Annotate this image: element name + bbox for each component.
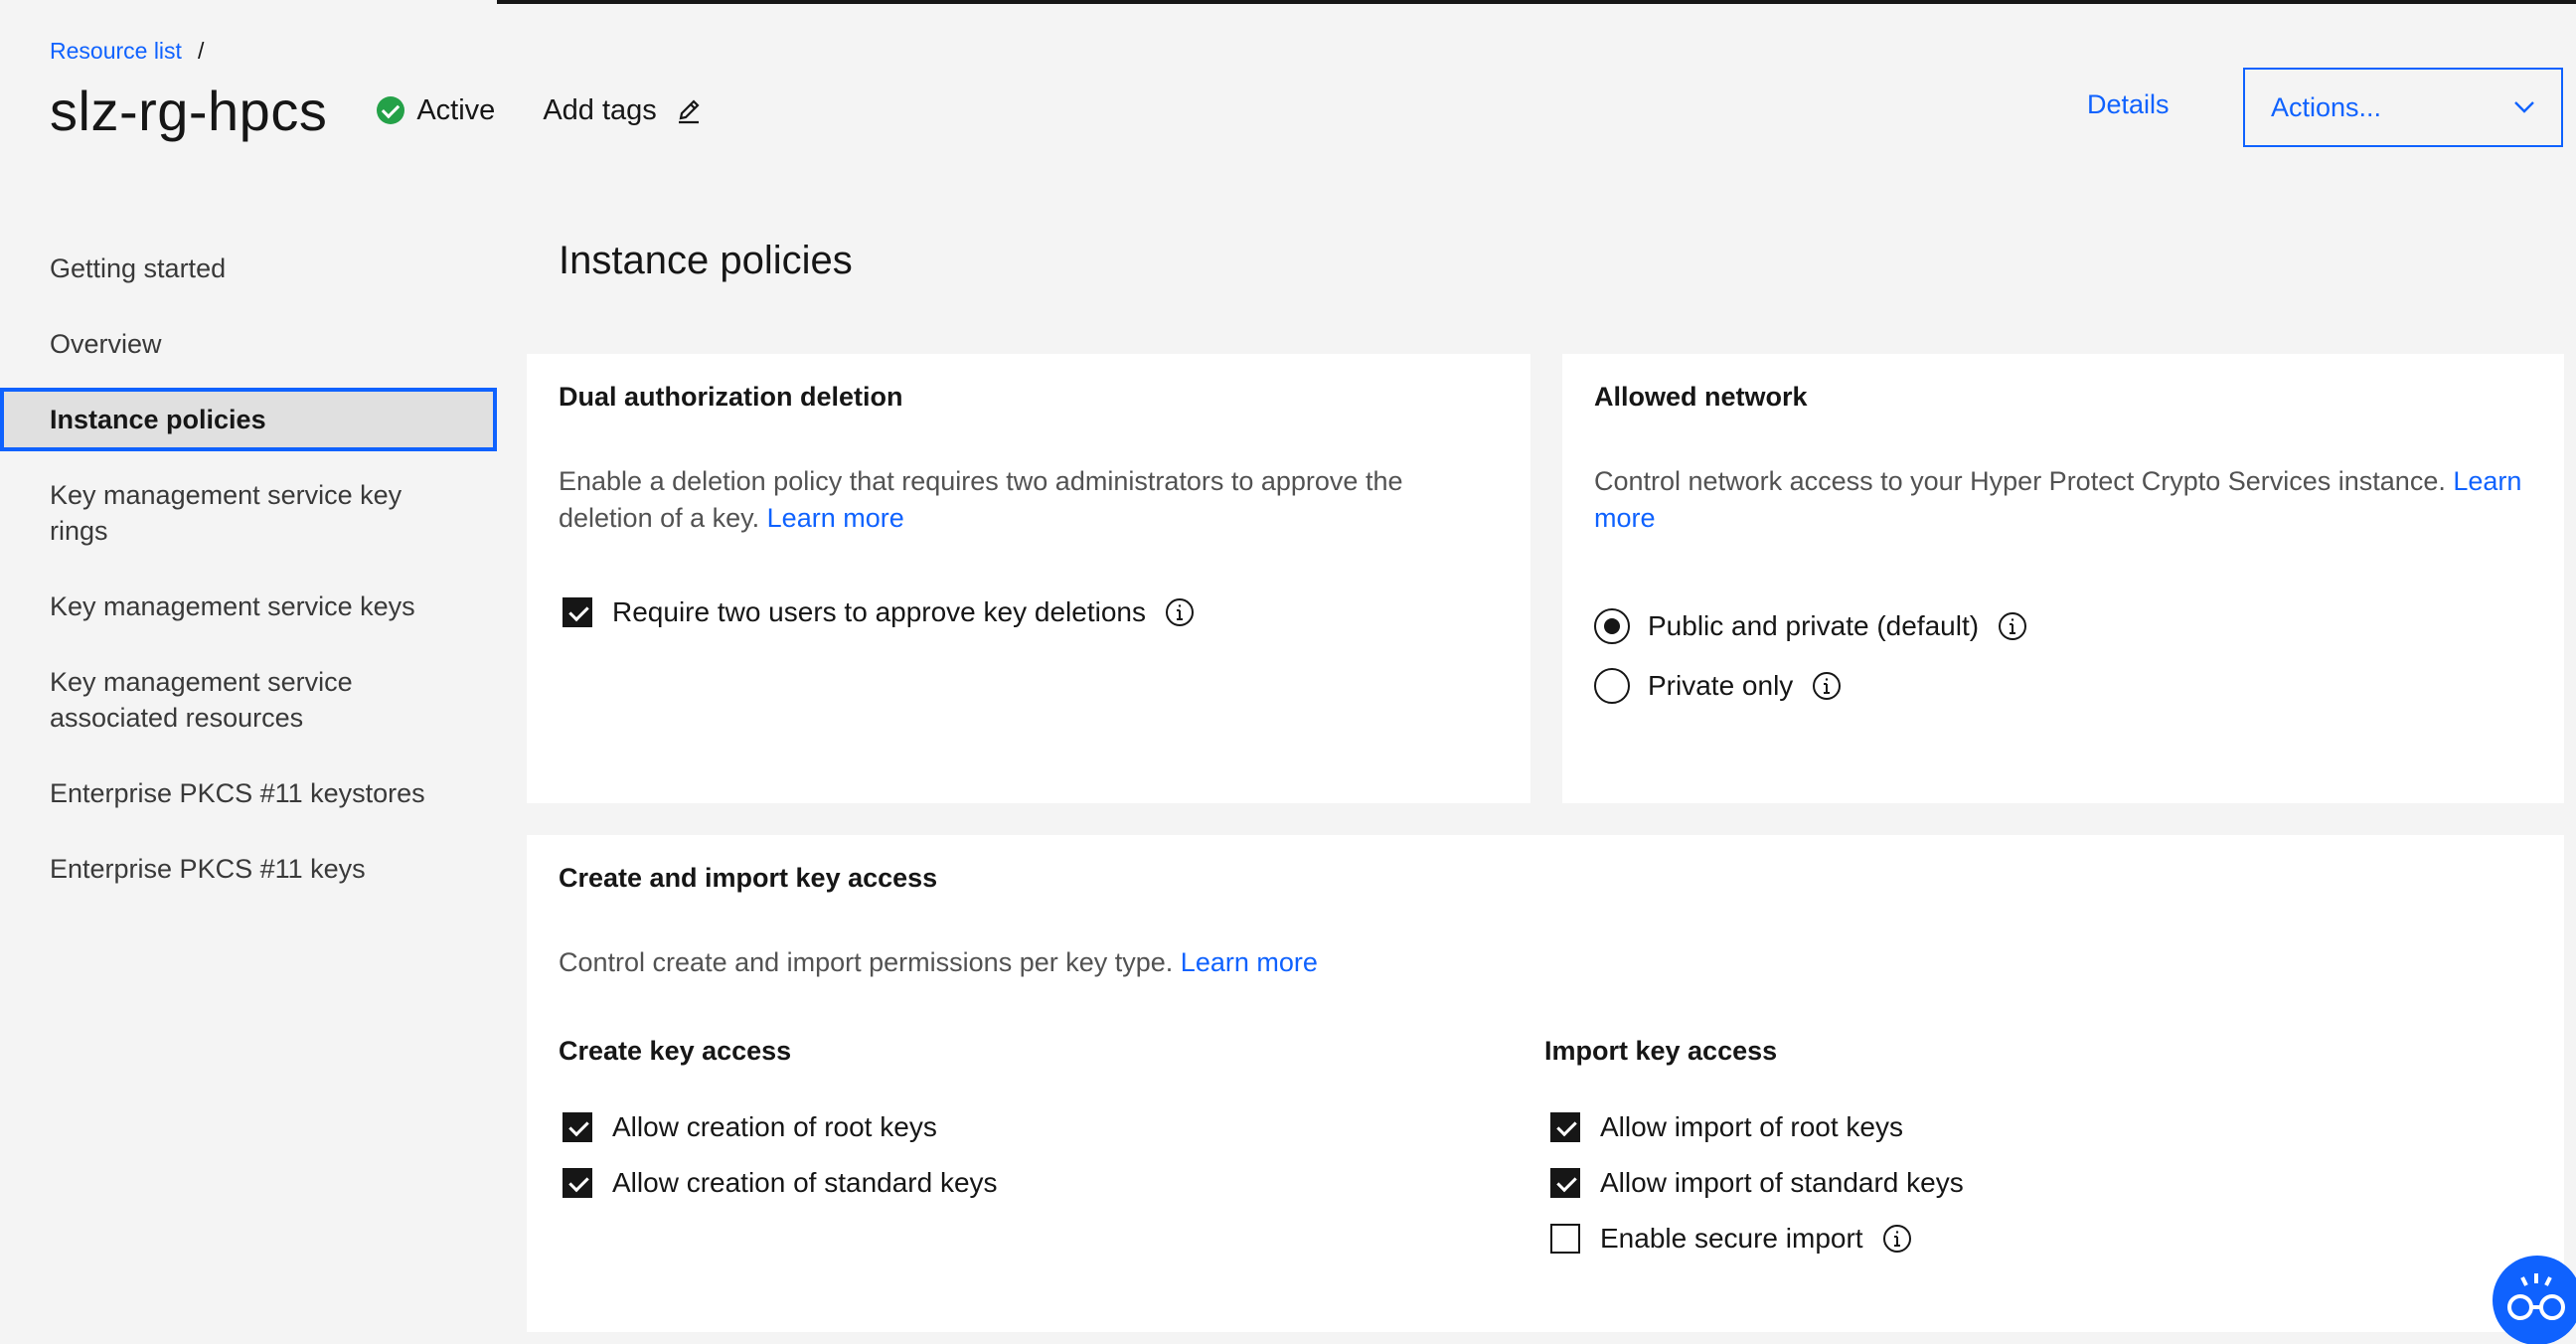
allowed-network-title: Allowed network <box>1594 382 1808 412</box>
public-private-radio[interactable] <box>1594 608 1630 644</box>
top-border <box>497 0 2576 4</box>
sidebar-item-ep11-keystores[interactable]: Enterprise PKCS #11 keystores <box>0 761 497 825</box>
secure-import-checkbox[interactable] <box>1550 1224 1580 1254</box>
key-access-description: Control create and import permissions pe… <box>559 944 2447 981</box>
sidebar-item-instance-policies[interactable]: Instance policies <box>0 388 497 451</box>
private-only-label: Private only <box>1648 670 1794 701</box>
create-key-access-title: Create key access <box>559 1036 792 1066</box>
public-private-label: Public and private (default) <box>1648 610 1980 641</box>
sidebar-nav: Getting started Overview Instance polici… <box>0 237 497 901</box>
chevron-down-icon <box>2514 101 2534 113</box>
allowed-network-description-text: Control network access to your Hyper Pro… <box>1594 466 2446 496</box>
breadcrumb-resource-list-link[interactable]: Resource list <box>50 38 182 65</box>
create-standard-keys-label: Allow creation of standard keys <box>612 1167 998 1198</box>
assistant-button[interactable] <box>2493 1256 2576 1344</box>
secure-import-label: Enable secure import <box>1600 1223 1863 1254</box>
sidebar-item-kms-associated-resources[interactable]: Key management service associated resour… <box>0 650 437 750</box>
sidebar-item-kms-keys[interactable]: Key management service keys <box>0 575 497 638</box>
section-title: Instance policies <box>559 239 853 282</box>
sidebar-item-ep11-keys[interactable]: Enterprise PKCS #11 keys <box>0 837 497 901</box>
dual-auth-learn-more-link[interactable]: Learn more <box>767 503 904 533</box>
breadcrumb: Resource list / <box>50 38 204 65</box>
info-icon[interactable] <box>1811 670 1843 702</box>
require-two-users-option: Require two users to approve key deletio… <box>563 596 1196 628</box>
allowed-network-description: Control network access to your Hyper Pro… <box>1594 463 2548 537</box>
status-text: Active <box>416 93 496 126</box>
dual-auth-description-text: Enable a deletion policy that requires t… <box>559 466 1403 533</box>
actions-dropdown[interactable]: Actions... <box>2243 68 2563 147</box>
network-option-private-only: Private only <box>1594 668 1843 704</box>
allowed-network-card: Allowed network Control network access t… <box>1562 354 2564 803</box>
create-standard-keys-option: Allow creation of standard keys <box>563 1167 998 1199</box>
require-two-users-checkbox[interactable] <box>563 597 592 627</box>
require-two-users-label: Require two users to approve key deletio… <box>612 596 1146 627</box>
details-link[interactable]: Details <box>2087 89 2170 120</box>
private-only-radio[interactable] <box>1594 668 1630 704</box>
create-root-keys-checkbox[interactable] <box>563 1112 592 1142</box>
import-standard-keys-label: Allow import of standard keys <box>1600 1167 1964 1198</box>
sidebar-item-overview[interactable]: Overview <box>0 312 497 376</box>
import-root-keys-option: Allow import of root keys <box>1550 1111 1903 1143</box>
dual-auth-title: Dual authorization deletion <box>559 382 903 412</box>
key-access-learn-more-link[interactable]: Learn more <box>1181 947 1318 977</box>
checkmark-filled-icon <box>377 96 405 124</box>
import-standard-keys-option: Allow import of standard keys <box>1550 1167 1964 1199</box>
secure-import-option: Enable secure import <box>1550 1223 1913 1255</box>
info-icon[interactable] <box>1997 610 2028 642</box>
key-access-card: Create and import key access Control cre… <box>527 835 2564 1332</box>
import-standard-keys-checkbox[interactable] <box>1550 1168 1580 1198</box>
status-badge: Active <box>377 94 495 127</box>
key-access-title: Create and import key access <box>559 863 938 893</box>
add-tags-label: Add tags <box>543 93 657 126</box>
actions-label: Actions... <box>2271 91 2382 122</box>
import-key-access-title: Import key access <box>1544 1036 1778 1066</box>
create-root-keys-option: Allow creation of root keys <box>563 1111 937 1143</box>
info-icon[interactable] <box>1881 1223 1913 1255</box>
network-option-public-private: Public and private (default) <box>1594 608 2028 644</box>
key-access-description-text: Control create and import permissions pe… <box>559 947 1174 977</box>
info-icon[interactable] <box>1164 596 1196 628</box>
assistant-icon <box>2507 1273 2565 1320</box>
title-row: slz-rg-hpcs Active Add tags <box>50 76 703 145</box>
pencil-icon <box>678 99 700 124</box>
dual-auth-description: Enable a deletion policy that requires t… <box>559 463 1503 537</box>
dual-auth-card: Dual authorization deletion Enable a del… <box>527 354 1530 803</box>
sidebar-item-kms-key-rings[interactable]: Key management service key rings <box>0 463 467 563</box>
sidebar-item-getting-started[interactable]: Getting started <box>0 237 497 300</box>
add-tags-button[interactable]: Add tags <box>543 94 702 127</box>
breadcrumb-separator: / <box>197 38 205 64</box>
create-standard-keys-checkbox[interactable] <box>563 1168 592 1198</box>
page-title: slz-rg-hpcs <box>50 79 328 142</box>
import-root-keys-checkbox[interactable] <box>1550 1112 1580 1142</box>
create-root-keys-label: Allow creation of root keys <box>612 1111 937 1142</box>
import-root-keys-label: Allow import of root keys <box>1600 1111 1903 1142</box>
